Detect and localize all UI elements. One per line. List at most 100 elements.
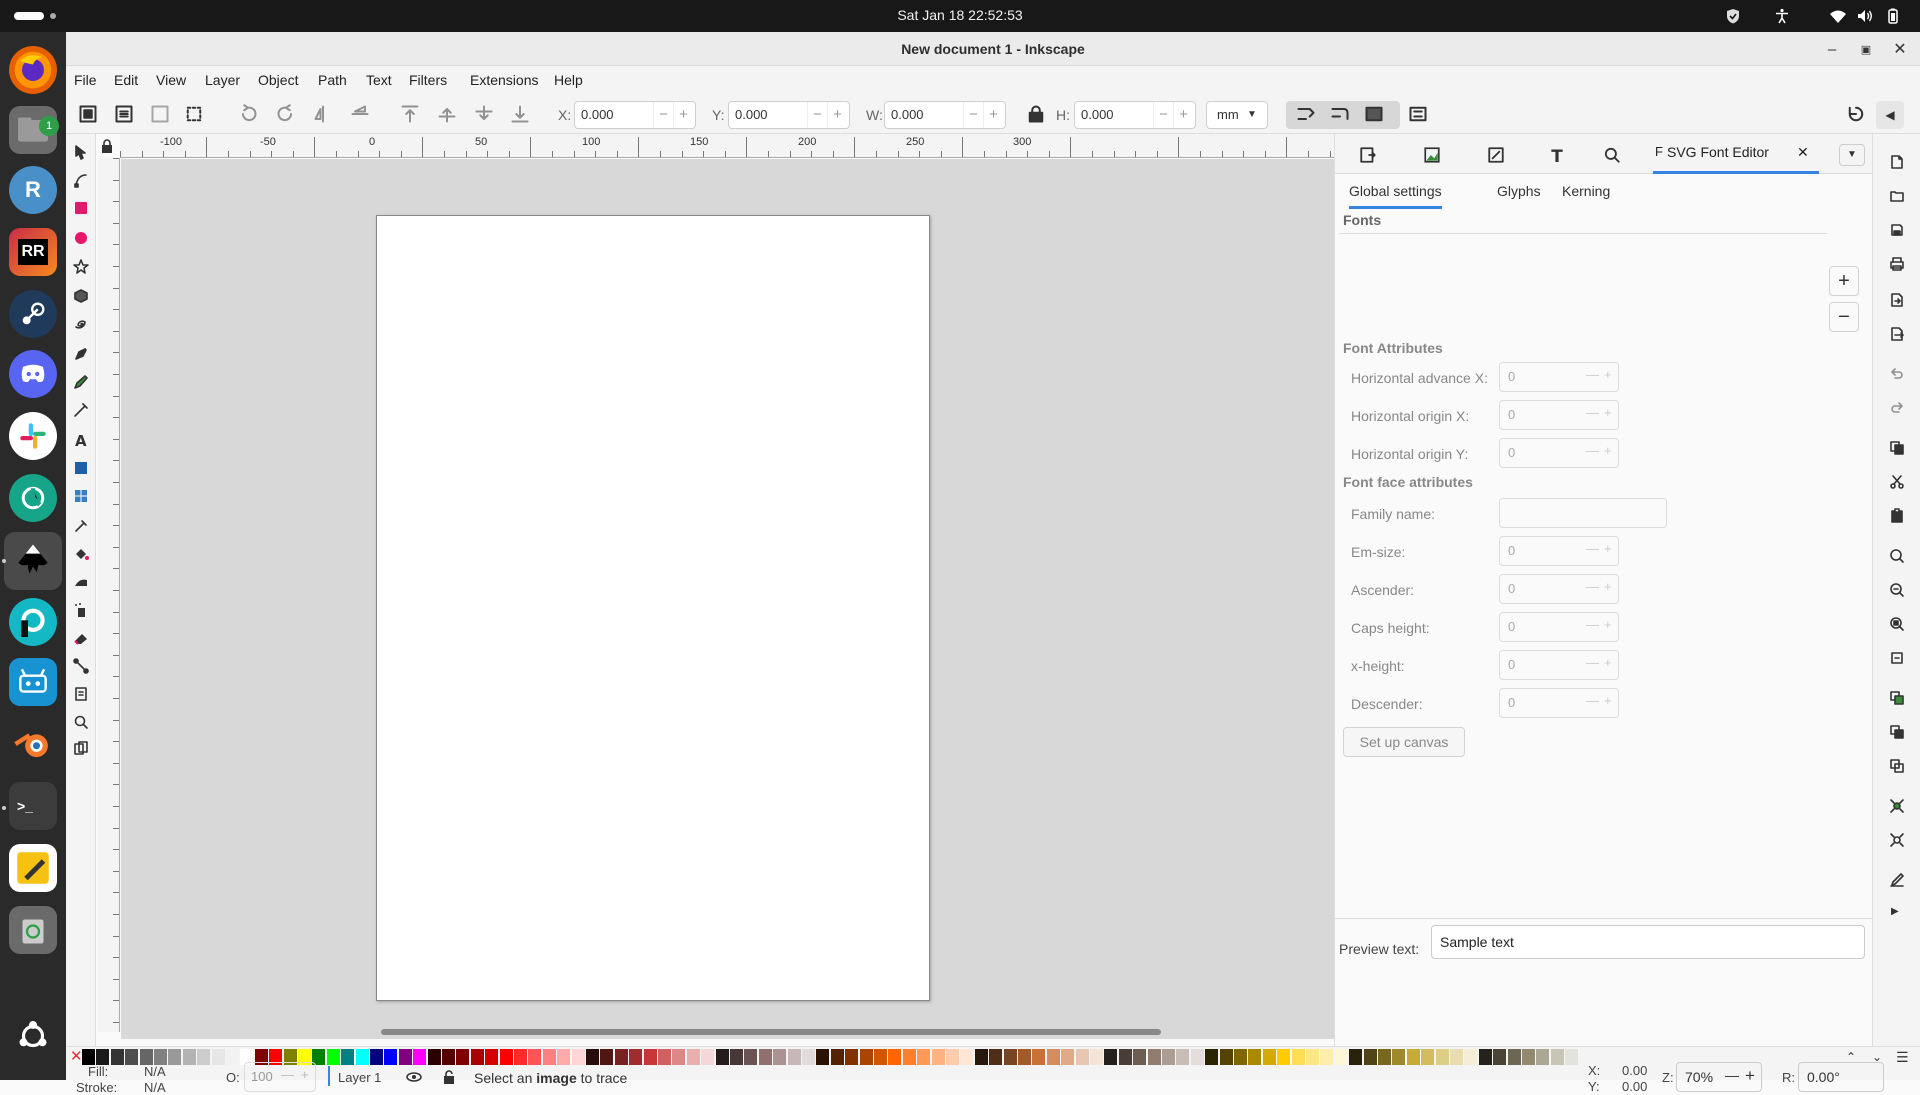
rustrover-icon[interactable]: RR	[9, 228, 57, 276]
discord-icon[interactable]	[9, 350, 57, 398]
star-tool-icon[interactable]	[73, 258, 89, 274]
color-swatch[interactable]	[1104, 1049, 1118, 1065]
plus-icon[interactable]: +	[1604, 443, 1612, 458]
menu-file[interactable]: File	[74, 66, 97, 94]
y-minus[interactable]: −	[807, 102, 827, 128]
color-swatch[interactable]	[1334, 1049, 1348, 1065]
color-swatch[interactable]	[1392, 1049, 1406, 1065]
more-chevron-icon[interactable]: ▶	[1891, 906, 1899, 917]
color-swatch[interactable]	[1118, 1049, 1132, 1065]
color-swatch[interactable]	[773, 1049, 787, 1065]
paste-icon[interactable]	[1889, 508, 1905, 524]
text-font-tab-icon[interactable]: T	[1549, 146, 1567, 164]
descender-field[interactable]: 0 — +	[1499, 688, 1619, 718]
wifi-icon[interactable]	[1829, 7, 1847, 25]
menu-extensions[interactable]: Extensions	[470, 66, 538, 94]
color-swatch[interactable]	[701, 1049, 715, 1065]
caps-height-field[interactable]: 0 — +	[1499, 612, 1619, 642]
selector-tool-icon[interactable]	[73, 144, 89, 160]
spray-tool-icon[interactable]	[73, 602, 89, 618]
menu-edit[interactable]: Edit	[114, 66, 138, 94]
color-swatch[interactable]	[758, 1049, 772, 1065]
zoom-field[interactable]: 70% — +	[1676, 1062, 1762, 1092]
menu-path[interactable]: Path	[318, 66, 347, 94]
scale-stroke-icon[interactable]	[1296, 104, 1316, 124]
color-swatch[interactable]	[384, 1049, 398, 1065]
ungroup-icon[interactable]	[1889, 832, 1905, 848]
minus-icon[interactable]: —	[1586, 579, 1599, 594]
color-swatch[interactable]	[1277, 1049, 1291, 1065]
plus-icon[interactable]: +	[1604, 541, 1612, 556]
family-name-field[interactable]	[1499, 498, 1667, 528]
paint-bucket-tool-icon[interactable]	[73, 546, 89, 562]
horiz-origin-y-field[interactable]: 0 — +	[1499, 438, 1619, 468]
layer-lock-icon[interactable]	[442, 1069, 456, 1085]
add-font-button[interactable]: +	[1829, 266, 1859, 296]
color-swatch[interactable]	[946, 1049, 959, 1065]
document-page[interactable]	[376, 215, 930, 1001]
r-studio-icon[interactable]: R	[9, 166, 57, 214]
color-swatch[interactable]	[629, 1049, 643, 1065]
color-swatch[interactable]	[1061, 1049, 1075, 1065]
raise-to-top-icon[interactable]	[400, 104, 420, 124]
copy-icon[interactable]	[1889, 440, 1905, 456]
rotate-cw-icon[interactable]	[276, 104, 296, 124]
color-swatch[interactable]	[643, 1049, 657, 1065]
rectangle-tool-icon[interactable]	[73, 200, 89, 216]
cut-icon[interactable]	[1889, 474, 1905, 490]
color-swatch[interactable]	[1349, 1049, 1363, 1065]
select-all-layers-icon[interactable]	[114, 104, 134, 124]
rotate-ccw-icon[interactable]	[238, 104, 258, 124]
tab-kerning[interactable]: Kerning	[1562, 178, 1610, 204]
color-swatch[interactable]	[686, 1049, 700, 1065]
menu-filters[interactable]: Filters	[409, 66, 447, 94]
color-swatch[interactable]	[931, 1049, 945, 1065]
firefox-icon[interactable]	[9, 46, 57, 94]
color-swatch[interactable]	[211, 1049, 225, 1065]
lower-to-bottom-icon[interactable]	[510, 104, 530, 124]
pen-tool-icon[interactable]	[73, 346, 89, 362]
color-swatch[interactable]	[888, 1049, 902, 1065]
plus-icon[interactable]: +	[1604, 405, 1612, 420]
color-swatch[interactable]	[542, 1049, 556, 1065]
gitkraken-icon[interactable]	[9, 474, 57, 522]
redo-icon[interactable]	[1889, 400, 1905, 416]
zoom-in-icon[interactable]: +	[1745, 1066, 1755, 1086]
title-bar[interactable]: New document 1 - Inkscape – ▣ ✕	[66, 32, 1920, 66]
inkscape-icon[interactable]	[4, 532, 62, 590]
color-swatch[interactable]	[1234, 1049, 1247, 1065]
plus-icon[interactable]: +	[1604, 655, 1612, 670]
zoom-selection-icon[interactable]	[1889, 548, 1905, 564]
color-swatch[interactable]	[1133, 1049, 1147, 1065]
blender-icon[interactable]	[9, 720, 57, 768]
tweak-tool-icon[interactable]	[73, 574, 89, 590]
color-swatch[interactable]	[586, 1049, 599, 1065]
minus-icon[interactable]: —	[1586, 693, 1599, 708]
minus-icon[interactable]: —	[1586, 443, 1599, 458]
color-swatch[interactable]	[125, 1049, 139, 1065]
color-swatch[interactable]	[355, 1049, 369, 1065]
color-swatch[interactable]	[370, 1049, 383, 1065]
plus-icon[interactable]: +	[1604, 693, 1612, 708]
color-swatch[interactable]	[1363, 1049, 1377, 1065]
color-swatch[interactable]	[1421, 1049, 1435, 1065]
color-swatch[interactable]	[1536, 1049, 1550, 1065]
duplicate-icon[interactable]	[1889, 690, 1905, 706]
color-swatch[interactable]	[1046, 1049, 1060, 1065]
x-plus[interactable]: +	[673, 102, 693, 128]
color-swatch[interactable]	[470, 1049, 484, 1065]
y-field[interactable]: 0.000 − +	[728, 101, 850, 129]
h-field[interactable]: 0.000 − +	[1074, 101, 1196, 129]
color-swatch[interactable]	[874, 1049, 887, 1065]
undo-icon[interactable]	[1889, 366, 1905, 382]
select-all-icon[interactable]	[78, 104, 98, 124]
clone-icon[interactable]	[1889, 724, 1905, 740]
print-icon[interactable]	[1889, 256, 1905, 272]
minus-icon[interactable]: —	[1586, 541, 1599, 556]
menu-layer[interactable]: Layer	[205, 66, 240, 94]
flip-vertical-icon[interactable]	[350, 104, 370, 124]
preview-text-input[interactable]: Sample text	[1431, 925, 1865, 959]
palette-menu-icon[interactable]: ☰	[1896, 1047, 1909, 1067]
set-up-canvas-button[interactable]: Set up canvas	[1343, 727, 1465, 757]
save-icon[interactable]	[1889, 222, 1905, 238]
